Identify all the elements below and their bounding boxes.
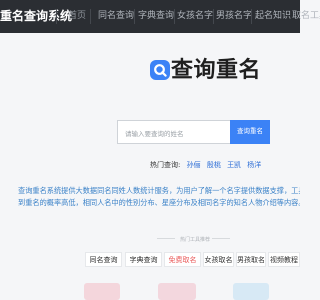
nav-item-same-name[interactable]: 同名查询 (98, 0, 134, 33)
hot-search-link[interactable]: 杨洋 (247, 161, 261, 169)
intro-line: 查询重名系统提供大数据同名同姓人数统计服务，为用户了解一个名字提供数据支撑，工具… (18, 186, 300, 195)
site-brand[interactable]: 重名查询系统 (0, 0, 72, 33)
tools-divider (157, 238, 175, 239)
logo-text: 查询重名 (171, 58, 262, 83)
hot-searches: 热门查询: 孙俪 殷桃 王凯 杨洋 (150, 160, 261, 170)
name-search-input[interactable] (118, 123, 230, 145)
feature-card[interactable] (84, 283, 120, 300)
intro-text: 查询重名系统提供大数据同名同姓人数统计服务，为用户了解一个名字提供数据支撑，工具… (18, 185, 300, 209)
tool-same-name[interactable]: 同名查询 (85, 252, 122, 267)
tool-girl-naming[interactable]: 女孩取名 (203, 252, 234, 267)
nav-item-dictionary[interactable]: 字典查询 (138, 0, 174, 33)
nav-divider (174, 9, 175, 24)
top-navbar: 重名查询系统 首页 同名查询 字典查询 女孩名字 男孩名字 起名知识 取名工具 (0, 0, 320, 33)
search-button[interactable]: 查询重名 (230, 120, 270, 144)
search-box (117, 120, 230, 145)
hot-searches-label: 热门查询: (150, 161, 181, 169)
intro-line: 到重名的概率高低，相同人名中的性别分布、星座分布及相同名字的知名人物介绍等内容。 (18, 198, 300, 207)
nav-item-girl-names[interactable]: 女孩名字 (177, 0, 213, 33)
hot-search-link[interactable]: 王凯 (227, 161, 241, 169)
tool-dictionary[interactable]: 字典查询 (125, 252, 162, 267)
nav-item-home[interactable]: 首页 (68, 0, 86, 33)
tool-video-tutorial[interactable]: 视频教程 (268, 252, 300, 267)
tool-boy-naming[interactable]: 男孩取名 (236, 252, 266, 267)
nav-item-naming-tools[interactable]: 取名工具 (292, 0, 320, 33)
nav-divider (90, 9, 91, 24)
nav-divider (56, 9, 57, 24)
tools-section-title: 热门工具推荐 (180, 237, 211, 243)
nav-item-boy-names[interactable]: 男孩名字 (216, 0, 252, 33)
tools-divider (212, 238, 230, 239)
nav-divider (251, 9, 252, 24)
tool-free-naming[interactable]: 免费取名 (164, 252, 201, 267)
hot-search-link[interactable]: 孙俪 (187, 161, 201, 169)
magnifier-q-icon (150, 60, 170, 80)
feature-card[interactable] (233, 283, 269, 300)
nav-item-naming-knowledge[interactable]: 起名知识 (255, 0, 291, 33)
feature-card[interactable] (158, 283, 196, 300)
nav-divider (134, 9, 135, 24)
hot-search-link[interactable]: 殷桃 (207, 161, 221, 169)
nav-divider (213, 9, 214, 24)
